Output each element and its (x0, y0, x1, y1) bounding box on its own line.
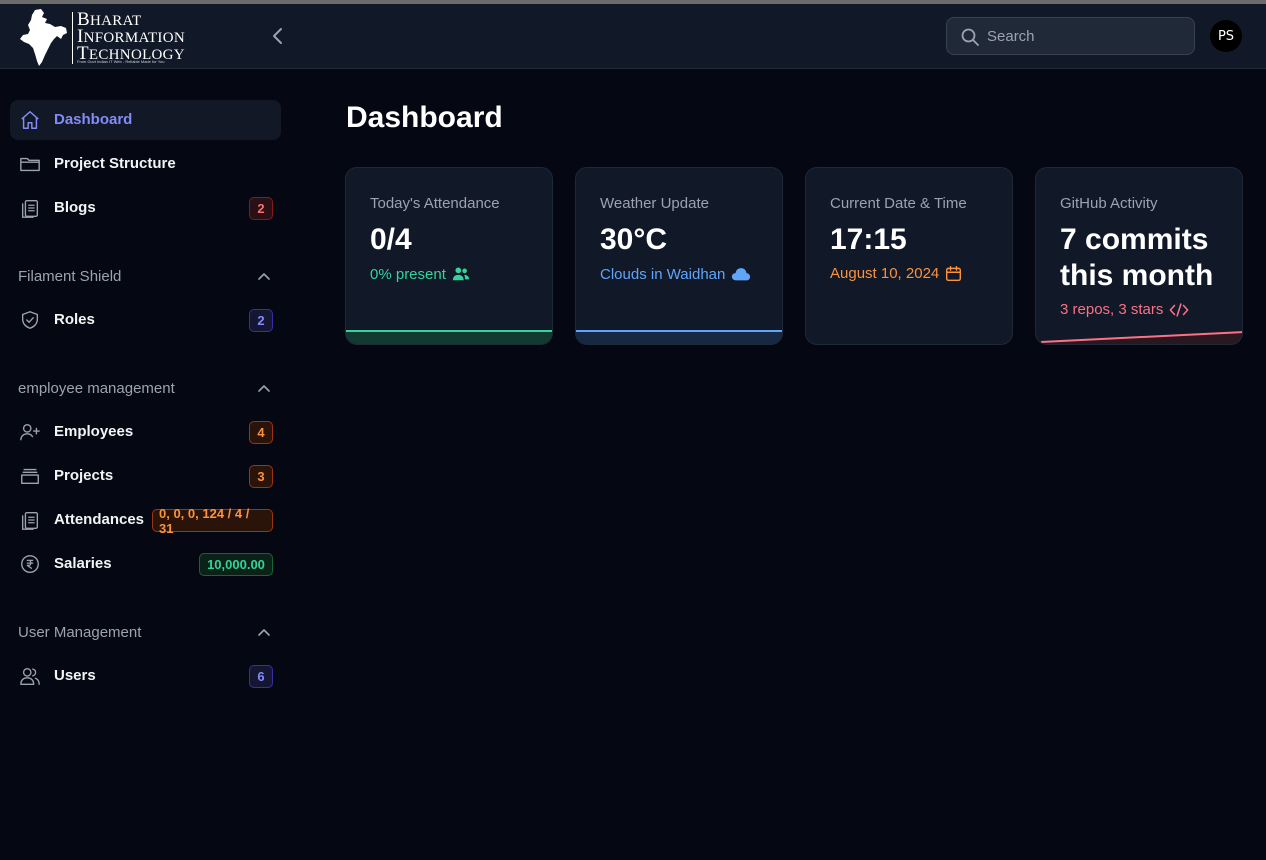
card-description: August 10, 2024 (830, 265, 962, 282)
stats-badge: 0, 0, 0, 124 / 4 / 31 (152, 506, 273, 536)
sidebar-item-label: Dashboard (54, 111, 133, 128)
card-title: GitHub Activity (1060, 195, 1158, 212)
sidebar-item-label: Salaries (54, 555, 112, 572)
group-label: User Management (18, 624, 142, 641)
sidebar-item-label: Projects (54, 467, 114, 484)
logo-wordmark: BHARAT INFORMATION TECHNOLOGY (77, 9, 185, 64)
shield-check-icon (21, 311, 39, 329)
group-filament-shield[interactable]: Filament Shield (18, 268, 273, 288)
card-description-text: 3 repos, 3 stars (1060, 301, 1164, 318)
sidebar-item-salaries[interactable]: Salaries 10,000.00 (10, 544, 281, 584)
sidebar-item-project-structure[interactable]: Project Structure (10, 144, 281, 184)
users-icon (20, 667, 40, 685)
folder-icon (20, 157, 40, 172)
code-bracket-icon (1169, 302, 1189, 317)
cloud-icon (732, 268, 751, 281)
chevron-up-icon (258, 273, 270, 280)
calendar-icon (946, 265, 962, 282)
sparkline-attendance (346, 330, 552, 344)
search-input[interactable] (987, 18, 1187, 54)
sidebar: Dashboard Project Structure Blogs 2 Fila… (0, 70, 300, 860)
stat-card-datetime: Current Date & Time 17:15 August 10, 202… (805, 167, 1013, 345)
count-badge: 2 (249, 309, 273, 332)
india-map-icon (20, 9, 67, 66)
global-search[interactable] (946, 17, 1195, 55)
count-badge: 2 (249, 197, 273, 220)
sidebar-item-employees[interactable]: Employees 4 (10, 412, 281, 452)
user-avatar[interactable]: PS (1210, 20, 1242, 52)
sidebar-item-users[interactable]: Users 6 (10, 656, 281, 696)
sidebar-item-label: Users (54, 667, 96, 684)
clipboard-list-icon (21, 511, 39, 530)
group-employee-management[interactable]: employee management (18, 380, 273, 400)
card-description: 0% present (370, 265, 470, 283)
stat-card-attendance: Today's Attendance 0/4 0% present (345, 167, 553, 345)
user-group-icon (452, 267, 469, 281)
logo-tagline: From Govt Indian IT Web - Reliable Made … (77, 59, 165, 64)
sidebar-item-attendances[interactable]: Attendances 0, 0, 0, 124 / 4 / 31 (10, 500, 281, 540)
count-badge: 4 (249, 421, 273, 444)
chevron-up-icon (258, 385, 270, 392)
home-icon (21, 111, 39, 129)
card-description-text: August 10, 2024 (830, 265, 940, 282)
sidebar-item-label: Project Structure (54, 155, 176, 172)
stat-card-github: GitHub Activity 7 commits this month 3 r… (1035, 167, 1243, 345)
sidebar-item-label: Attendances (54, 511, 145, 528)
card-title: Current Date & Time (830, 195, 967, 212)
sidebar-item-roles[interactable]: Roles 2 (10, 300, 281, 340)
card-value: 30°C (600, 223, 668, 256)
sidebar-item-label: Roles (54, 311, 95, 328)
card-description-text: 0% present (370, 265, 446, 283)
logo-divider (72, 12, 73, 64)
card-value: 17:15 (830, 223, 907, 256)
chevron-up-icon (258, 629, 270, 636)
card-value: 0/4 (370, 223, 412, 256)
amount-badge: 10,000.00 (199, 553, 273, 576)
stat-card-weather: Weather Update 30°C Clouds in Waidhan (575, 167, 783, 345)
chevron-left-icon (273, 28, 282, 44)
card-description: 3 repos, 3 stars (1060, 301, 1189, 318)
card-description: Clouds in Waidhan (600, 265, 751, 283)
top-bar: BHARAT INFORMATION TECHNOLOGY From Govt … (0, 4, 1266, 69)
card-description-text: Clouds in Waidhan (600, 265, 726, 283)
sidebar-item-label: Blogs (54, 199, 96, 216)
count-badge: 3 (249, 465, 273, 488)
page-title: Dashboard (346, 101, 503, 134)
sidebar-item-blogs[interactable]: Blogs 2 (10, 188, 281, 228)
card-title: Weather Update (600, 195, 709, 212)
sparkline-weather (576, 330, 782, 344)
archive-box-icon (21, 468, 39, 485)
group-label: Filament Shield (18, 268, 122, 285)
sparkline-github (1036, 331, 1242, 344)
sidebar-item-dashboard[interactable]: Dashboard (10, 100, 281, 140)
sidebar-item-label: Employees (54, 423, 134, 440)
count-badge: 6 (249, 665, 273, 688)
clipboard-icon (21, 199, 39, 218)
group-user-management[interactable]: User Management (18, 624, 273, 644)
group-label: employee management (18, 380, 175, 397)
search-icon (961, 28, 979, 46)
brand-logo[interactable]: BHARAT INFORMATION TECHNOLOGY From Govt … (17, 8, 192, 66)
rupee-circle-icon (21, 555, 39, 573)
card-value: 7 commits this month (1060, 223, 1214, 292)
user-plus-icon (20, 423, 40, 441)
sidebar-item-projects[interactable]: Projects 3 (10, 456, 281, 496)
card-title: Today's Attendance (370, 195, 500, 212)
collapse-sidebar-button[interactable] (266, 24, 290, 48)
